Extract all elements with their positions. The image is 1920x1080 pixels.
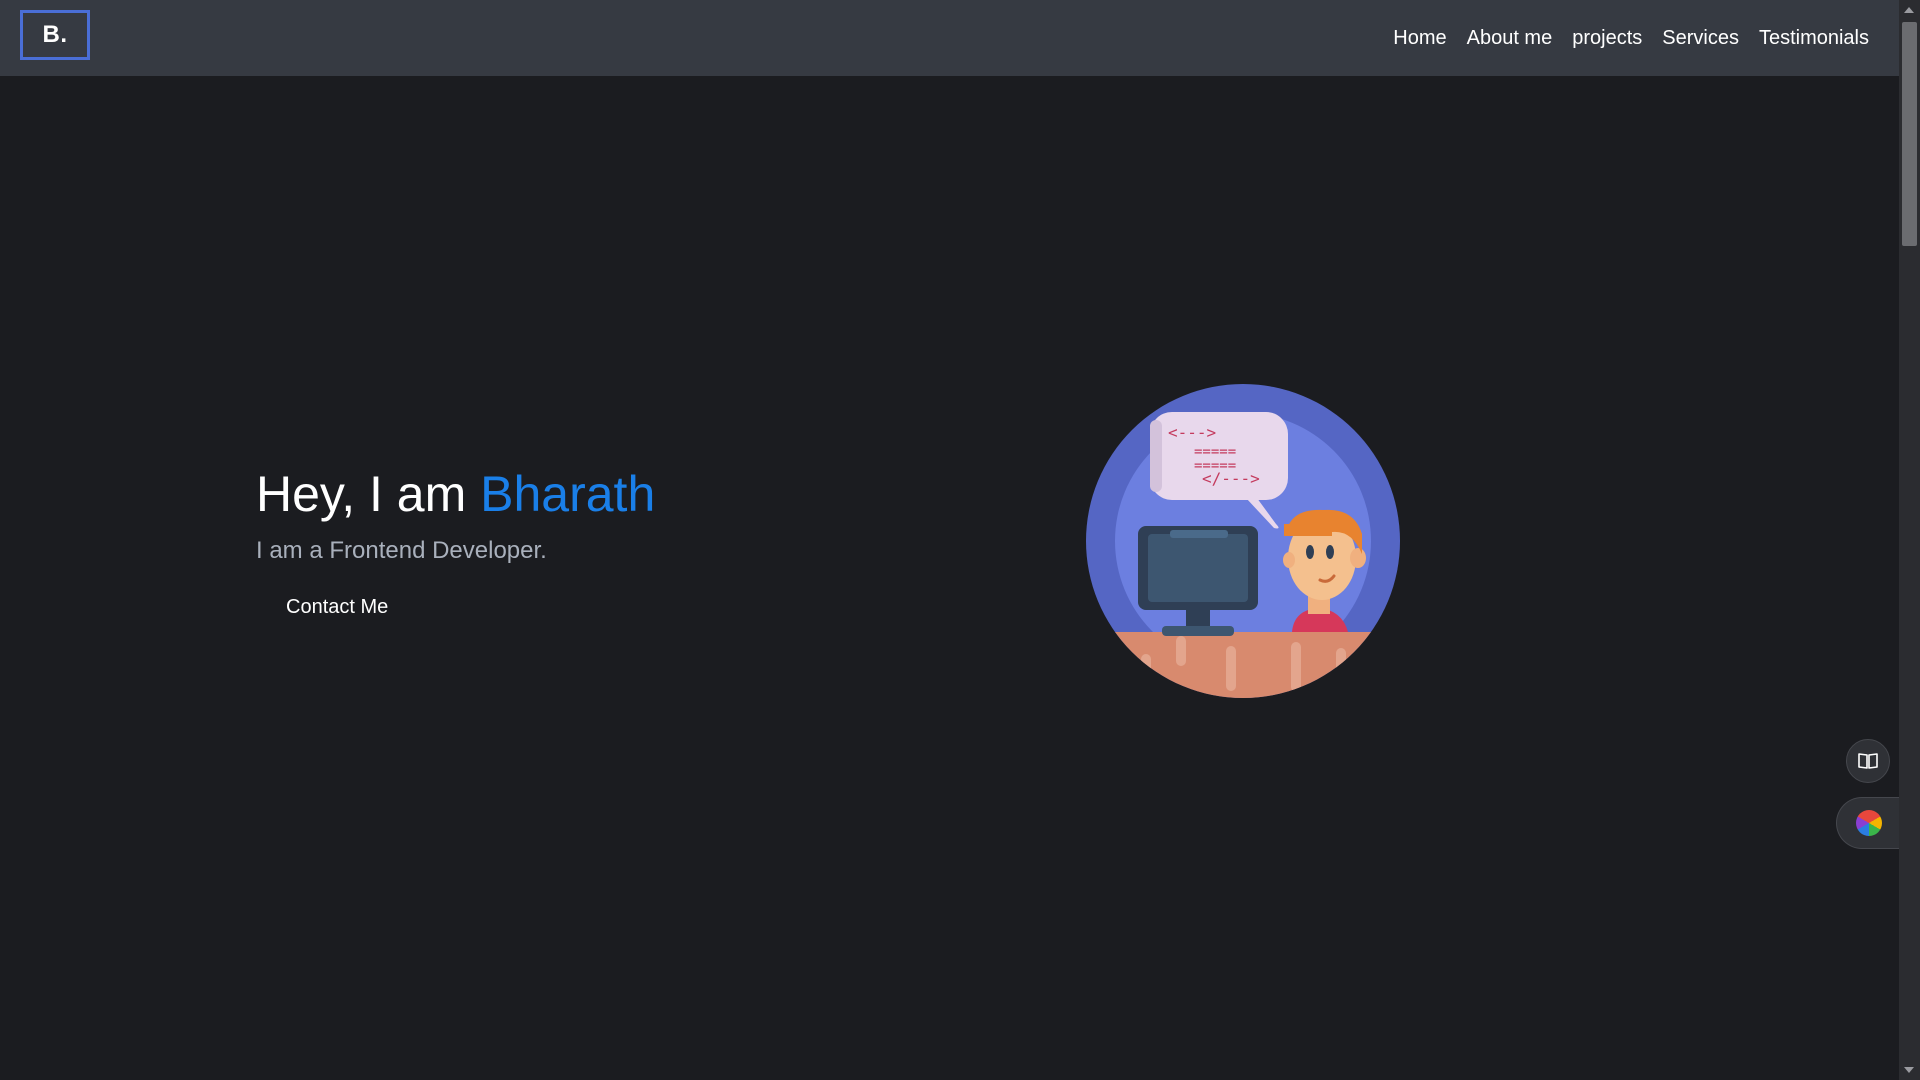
nav-link-home[interactable]: Home	[1393, 27, 1446, 50]
color-theme-button[interactable]	[1836, 797, 1900, 849]
contact-me-button[interactable]: Contact Me	[286, 592, 388, 623]
nav-link-about[interactable]: About me	[1467, 27, 1553, 50]
developer-illustration: <---> ===== ===== </--->	[1086, 384, 1400, 698]
code-line-4: </--->	[1202, 469, 1260, 488]
color-palette-icon	[1855, 810, 1882, 836]
code-line-1: <--->	[1168, 423, 1216, 442]
site-logo[interactable]: B.	[20, 10, 90, 60]
book-icon	[1858, 753, 1878, 769]
hero-section: Hey, I am Bharath I am a Frontend Develo…	[256, 462, 655, 623]
main-nav: Home About me projects Services Testimon…	[1393, 0, 1869, 76]
page: B. Home About me projects Services Testi…	[0, 0, 1920, 1080]
nav-link-projects[interactable]: projects	[1572, 27, 1642, 50]
reader-mode-button[interactable]	[1846, 739, 1890, 783]
hero-subtitle: I am a Frontend Developer.	[256, 537, 547, 564]
hero-name: Bharath	[480, 466, 656, 522]
scroll-up-arrow-icon[interactable]	[1904, 7, 1914, 13]
scroll-down-arrow-icon[interactable]	[1904, 1067, 1914, 1073]
nav-link-testimonials[interactable]: Testimonials	[1759, 27, 1869, 50]
nav-link-services[interactable]: Services	[1662, 27, 1739, 50]
hero-greeting: Hey, I am	[256, 466, 481, 522]
developer-illustration-svg: <---> ===== ===== </--->	[1086, 384, 1400, 698]
scroll-thumb[interactable]	[1902, 22, 1917, 246]
vertical-scrollbar[interactable]	[1899, 0, 1920, 1080]
navbar: B. Home About me projects Services Testi…	[0, 0, 1899, 76]
hero-title: Hey, I am Bharath	[256, 462, 655, 526]
